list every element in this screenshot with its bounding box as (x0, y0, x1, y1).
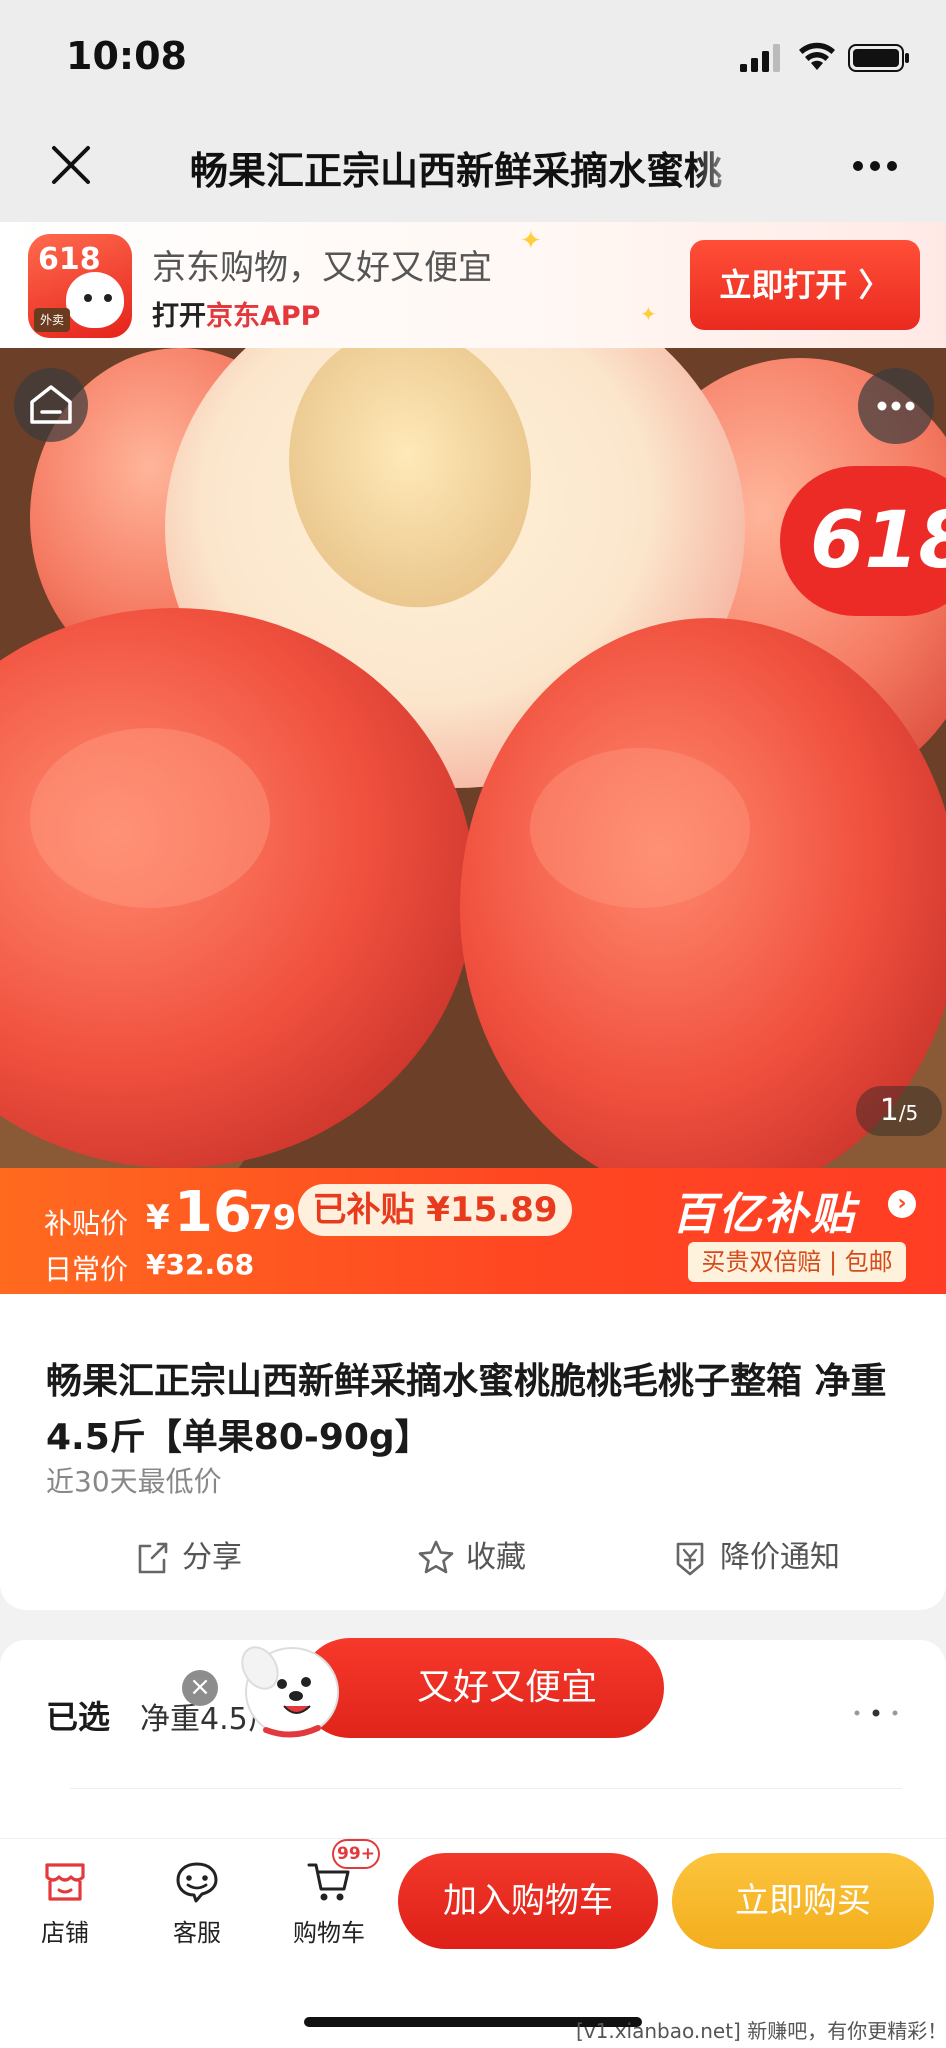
pager-current: 1 (879, 1093, 899, 1128)
status-time: 10:08 (66, 34, 187, 78)
joy-mascot-icon (241, 1646, 339, 1738)
price-alert-label: 降价通知 (720, 1540, 840, 1575)
favorite-label: 收藏 (466, 1540, 526, 1575)
product-image-carousel[interactable]: 618 1/5 (0, 348, 946, 1168)
chat-icon (176, 1862, 218, 1903)
daily-price-label: 日常价 (44, 1253, 129, 1286)
product-info-card: 畅果汇正宗山西新鲜采摘水蜜桃脆桃毛桃子整箱 净重4.5斤【单果80-90g】 近… (0, 1294, 946, 1610)
banner-subtitle-app: 京东APP (206, 301, 321, 332)
price-banner: 补贴价 ¥ 16 .79 已补贴 ¥15.89 日常价 ¥32.68 百亿补贴 … (0, 1168, 946, 1294)
star-icon (418, 1540, 454, 1574)
tab-customer-service[interactable]: 客服 (152, 1849, 242, 1959)
banner-subtitle-prefix: 打开 (152, 301, 206, 332)
image-pager: 1/5 (856, 1086, 942, 1136)
dog-eye (84, 294, 92, 302)
product-photo-peaches (0, 348, 946, 1168)
tab-cart-label: 购物车 (293, 1919, 365, 1947)
selected-label: 已选 (46, 1698, 111, 1736)
share-button[interactable]: 分享 (132, 1538, 262, 1578)
status-bar: 10:08 (0, 0, 946, 110)
chevron-right-icon[interactable]: › (888, 1190, 916, 1218)
daily-price: ¥32.68 (146, 1248, 255, 1281)
favorite-button[interactable]: 收藏 (416, 1538, 546, 1578)
joy-dog-face (66, 272, 124, 328)
watermark-text: [v1.xianbao.net] 新赚吧，有你更精彩！ (576, 2019, 946, 2043)
price-alert-button[interactable]: 降价通知 (670, 1538, 880, 1578)
page-title: 畅果汇正宗山西新鲜采摘水蜜桃 (190, 149, 723, 193)
share-icon (138, 1542, 168, 1574)
billion-subsidy-logo[interactable]: 百亿补贴 (672, 1178, 856, 1242)
sparkle-icon: ✦ (520, 226, 542, 256)
add-to-cart-button[interactable]: 加入购物车 (398, 1853, 658, 1949)
store-icon (45, 1863, 85, 1901)
tab-customer-service-label: 客服 (173, 1919, 221, 1947)
sparkle-icon: ✦ (640, 302, 657, 326)
lowest-price-note: 近30天最低价 (46, 1465, 222, 1498)
tab-store[interactable]: 店铺 (20, 1849, 110, 1959)
app-logo-tag: 外卖 (34, 308, 70, 332)
nav-bar: 畅果汇正宗山西新鲜采摘水蜜桃 (0, 110, 946, 222)
tab-store-label: 店铺 (41, 1919, 89, 1947)
more-dots-icon (877, 401, 915, 411)
wifi-icon (799, 42, 835, 70)
more-dots-icon[interactable] (852, 1708, 900, 1718)
more-options-button[interactable] (858, 368, 934, 444)
jd-app-logo: 618 外卖 (28, 234, 132, 338)
dog-eye (104, 294, 112, 302)
open-app-banner[interactable]: 618 外卖 京东购物，又好又便宜 打开京东APP ✦ ✦ 立即打开 〉 (0, 222, 946, 348)
pager-total: /5 (898, 1101, 919, 1125)
share-label: 分享 (182, 1540, 242, 1575)
more-icon[interactable] (852, 160, 898, 172)
currency-symbol: ¥ (146, 1198, 170, 1238)
divider (70, 1788, 902, 1789)
home-button[interactable] (14, 368, 88, 442)
close-icon[interactable] (50, 144, 92, 186)
bottom-action-bar: 店铺 客服 购物车 99+ 加入购物车 立即购买 [v1.xianbao.net… (0, 1838, 946, 2048)
subsidy-price-label: 补贴价 (44, 1207, 129, 1240)
open-app-button[interactable]: 立即打开 〉 (690, 240, 920, 330)
price-drop-icon (676, 1542, 704, 1576)
price-decimal: .79 (236, 1198, 297, 1238)
guarantee-tag: 买贵双倍赔 | 包邮 (688, 1242, 906, 1282)
banner-slogan: 京东购物，又好又便宜 (152, 248, 492, 288)
home-icon (30, 385, 72, 424)
buy-now-button[interactable]: 立即购买 (672, 1853, 934, 1949)
subsidy-tag: 已补贴 ¥15.89 (298, 1184, 572, 1236)
cart-count-badge: 99+ (332, 1839, 380, 1869)
banner-subtitle: 打开京东APP (152, 294, 320, 333)
battery-icon (848, 44, 909, 72)
promo-bubble[interactable]: 又好又便宜 (300, 1638, 664, 1738)
signal-icon (740, 44, 780, 72)
close-promo-button[interactable]: × (182, 1670, 218, 1706)
promo-618-badge[interactable]: 618 (780, 466, 946, 616)
product-title: 畅果汇正宗山西新鲜采摘水蜜桃脆桃毛桃子整箱 净重4.5斤【单果80-90g】 (46, 1361, 887, 1458)
